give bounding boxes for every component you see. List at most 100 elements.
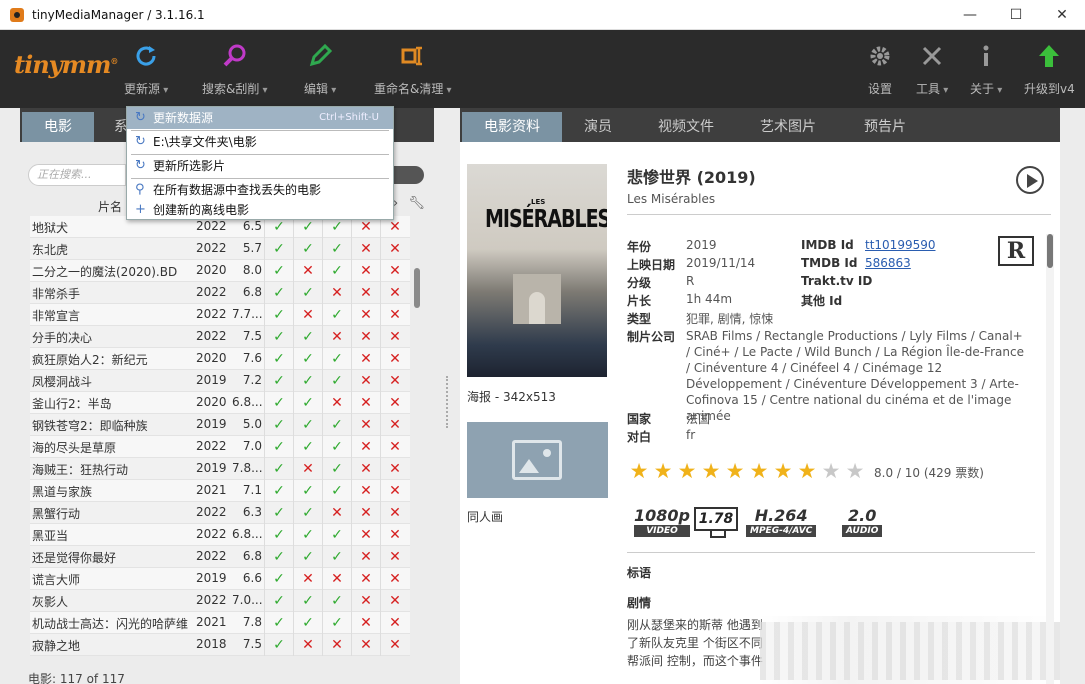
tmdb-link[interactable]: 586863 [865,256,911,270]
right-tab-bar: 电影资料 演员 视频文件 艺术图片 预告片 [460,108,1060,150]
cross-icon: ✕ [380,260,409,282]
cross-icon: ✕ [351,348,380,370]
table-row[interactable]: 东北虎 2022 5.7 ✓ ✓ ✓ ✕ ✕ [30,238,410,260]
movie-rating-cell: 7.2 [242,373,262,387]
maximize-button[interactable]: ☐ [993,0,1039,30]
value-company: SRAB Films / Rectangle Productions / Lyl… [686,329,1024,423]
imdb-link[interactable]: tt10199590 [865,238,936,252]
table-row[interactable]: 钢铁苍穹2：即临种族 2019 5.0 ✓ ✓ ✓ ✕ ✕ [30,414,410,436]
cross-icon: ✕ [351,414,380,436]
check-icon: ✓ [293,502,322,524]
movie-title-cell: 寂静之地 [32,639,81,653]
table-row[interactable]: 黑道与家族 2021 7.1 ✓ ✓ ✓ ✕ ✕ [30,480,410,502]
cross-icon: ✕ [380,568,409,590]
movie-rating-cell: 8.0 [242,263,262,277]
close-button[interactable]: ✕ [1039,0,1085,30]
fanart-placeholder[interactable] [467,422,608,498]
table-row[interactable]: 海的尽头是草原 2022 7.0 ✓ ✓ ✓ ✕ ✕ [30,436,410,458]
column-header-title[interactable]: 片名 [98,198,122,215]
table-row[interactable]: 谎言大师 2019 6.6 ✓ ✕ ✕ ✕ ✕ [30,568,410,590]
label-certification: 分级 [627,276,652,290]
table-row[interactable]: 非常杀手 2022 6.8 ✓ ✓ ✕ ✕ ✕ [30,282,410,304]
table-row[interactable]: 凤樱洞战斗 2019 7.2 ✓ ✓ ✓ ✕ ✕ [30,370,410,392]
movie-rating-cell: 6.8... [232,527,263,541]
play-button[interactable] [1016,166,1044,194]
movie-rating-cell: 6.5 [242,219,262,233]
tools-button[interactable]: 工具 [916,42,948,97]
movie-year-cell: 2022 [196,527,227,541]
upgrade-button[interactable]: 升级到v4 [1024,42,1075,97]
star-icon: ★ [629,459,649,483]
movie-rating-cell: 5.7 [242,241,262,255]
tab-movies[interactable]: 电影 [22,112,94,150]
minimize-button[interactable]: — [947,0,993,30]
check-icon: ✓ [293,546,322,568]
tab-trailer[interactable]: 预告片 [852,112,918,142]
check-icon: ✓ [322,238,351,260]
cross-icon: ✕ [351,326,380,348]
movie-year-cell: 2018 [196,637,227,651]
detail-scrollbar[interactable] [1046,234,1054,684]
tab-movie-info[interactable]: 电影资料 [462,112,562,150]
check-icon: ✓ [264,282,293,304]
table-row[interactable]: 寂静之地 2018 7.5 ✓ ✕ ✕ ✕ ✕ [30,634,410,656]
table-row[interactable]: 灰影人 2022 7.0... ✓ ✓ ✓ ✕ ✕ [30,590,410,612]
detail-scrollbar-thumb[interactable] [1047,234,1053,268]
check-icon: ✓ [264,480,293,502]
cross-icon: ✕ [351,612,380,634]
about-button[interactable]: 关于 [970,42,1002,97]
menu-item-update-datasource[interactable]: ↻ 更新数据源 Ctrl+Shift-U [127,107,393,129]
update-source-button[interactable]: 更新源 [124,42,168,97]
table-row[interactable]: 还是觉得你最好 2022 6.8 ✓ ✓ ✓ ✕ ✕ [30,546,410,568]
refresh-icon: ↻ [135,134,146,149]
plot-heading: 剧情 [627,596,652,610]
search-input[interactable]: 正在搜索... [28,164,126,186]
menu-item-update-selected[interactable]: ↻ 更新所选影片 [127,155,393,177]
movie-title-cell: 黑道与家族 [32,485,93,499]
table-row[interactable]: 非常宣言 2022 7.7... ✓ ✕ ✓ ✕ ✕ [30,304,410,326]
wrench-icon[interactable]: 🔧︎ [408,196,425,211]
cross-icon: ✕ [322,326,351,348]
tab-cast[interactable]: 演员 [568,112,628,142]
table-row[interactable]: 二分之一的魔法(2020).BD 2020 8.0 ✓ ✕ ✓ ✕ ✕ [30,260,410,282]
rename-cleanup-button[interactable]: 重命名&清理 [374,42,452,97]
panel-splitter[interactable] [446,376,450,428]
app-logo: tinymm® [14,50,118,79]
check-icon: ✓ [293,370,322,392]
check-icon: ✓ [322,612,351,634]
cross-icon: ✕ [351,436,380,458]
check-icon: ✓ [322,436,351,458]
table-row[interactable]: 黑亚当 2022 6.8... ✓ ✓ ✓ ✕ ✕ [30,524,410,546]
search-filter-area[interactable] [390,166,424,184]
tab-media-files[interactable]: 视频文件 [646,112,726,142]
cross-icon: ✕ [293,304,322,326]
movie-title-cell: 黑亚当 [32,529,69,543]
table-row[interactable]: 釜山行2：半岛 2020 6.8... ✓ ✓ ✕ ✕ ✕ [30,392,410,414]
movie-list-scrollbar[interactable] [414,268,420,308]
edit-button[interactable]: 编辑 [304,42,336,97]
table-row[interactable]: 海贼王：狂热行动 2019 7.8... ✓ ✕ ✓ ✕ ✕ [30,458,410,480]
movie-poster[interactable]: LES MISÉRABLES [467,164,607,377]
movie-title: 悲惨世界 (2019) [627,168,756,187]
menu-item-create-offline[interactable]: + 创建新的离线电影 [127,199,393,221]
table-row[interactable]: 疯狂原始人2：新纪元 2020 7.6 ✓ ✓ ✓ ✕ ✕ [30,348,410,370]
table-row[interactable]: 分手的决心 2022 7.5 ✓ ✓ ✕ ✕ ✕ [30,326,410,348]
menu-item-find-missing[interactable]: ⚲ 在所有数据源中查找丢失的电影 [127,179,393,201]
aspect-ratio-badge: 1.78 [694,507,738,538]
movie-rating-cell: 7.7... [232,307,263,321]
label-spoken-language: 对白 [627,430,652,444]
movie-table: 地狱犬 2022 6.5 ✓ ✓ ✓ ✕ ✕ 东北虎 2022 5.7 ✓ ✓ ✓ ✕ ✕ 二分之一的魔法(20… [30,216,410,656]
movie-title-cell: 灰影人 [32,595,69,609]
search-scrape-button[interactable]: 搜索&刮削 [202,42,268,97]
search-icon: ⚲ [135,182,145,197]
settings-button[interactable]: 设置 [866,42,894,97]
movie-rating-cell: 7.0 [242,439,262,453]
movie-year-cell: 2022 [196,439,227,453]
value-spoken-language: fr [686,428,696,442]
tab-artwork[interactable]: 艺术图片 [748,112,828,142]
star-icon: ★ [653,459,673,483]
star-icon: ★ [797,459,817,483]
menu-item-shared-folder[interactable]: ↻ E:\共享文件夹\电影 [127,131,393,153]
table-row[interactable]: 黑蟹行动 2022 6.3 ✓ ✓ ✕ ✕ ✕ [30,502,410,524]
table-row[interactable]: 机动战士高达：闪光的哈萨维 2021 7.8 ✓ ✓ ✓ ✕ ✕ [30,612,410,634]
